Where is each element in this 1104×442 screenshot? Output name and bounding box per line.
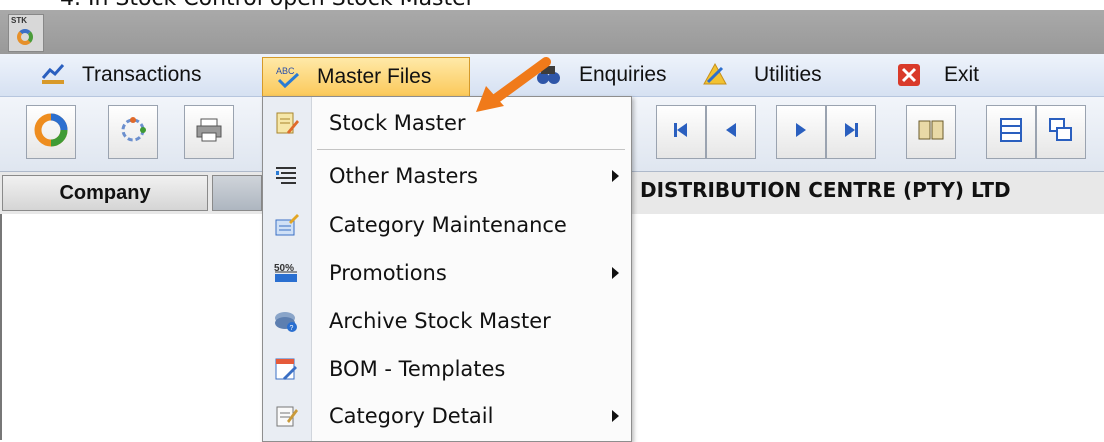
pointer-arrow-icon (476, 57, 551, 112)
print-icon (194, 115, 224, 150)
category-maintenance-icon (273, 212, 299, 238)
menu-item-category-detail-label: Category Detail (329, 404, 494, 428)
cascade-button[interactable] (1036, 105, 1086, 159)
menu-item-bom-templates[interactable]: BOM - Templates (263, 346, 631, 392)
archive-icon: ? (273, 308, 299, 334)
app-logo-icon (33, 112, 69, 153)
previous-record-button[interactable] (706, 105, 756, 159)
instruction-caption: 4. In Stock Control open Stock Master (0, 0, 1104, 10)
menu-utilities[interactable]: Utilities (702, 58, 822, 92)
menu-enquiries-label: Enquiries (579, 63, 667, 86)
next-record-icon (791, 120, 811, 145)
master-files-dropdown: Stock Master Other Masters Category Main… (262, 96, 632, 442)
company-label: Company (2, 175, 208, 211)
app-logo-text: STK (11, 16, 27, 25)
svg-text:ABC: ABC (276, 66, 295, 76)
menu-item-other-masters-label: Other Masters (329, 164, 478, 188)
menu-item-archive-stock-master[interactable]: ? Archive Stock Master (263, 298, 631, 344)
refresh-button[interactable] (108, 105, 158, 159)
list-view-button[interactable] (986, 105, 1036, 159)
abc-check-icon: ABC (275, 64, 301, 90)
submenu-arrow-icon (612, 170, 619, 182)
menu-item-stock-master-label: Stock Master (329, 111, 466, 135)
menu-exit-label: Exit (944, 63, 980, 86)
promotions-icon: 50% (273, 260, 299, 286)
list-view-icon (999, 117, 1023, 148)
transactions-icon (40, 62, 66, 88)
next-record-button[interactable] (776, 105, 826, 159)
stock-master-icon (273, 110, 299, 136)
bom-templates-icon (273, 356, 299, 382)
exit-icon (896, 62, 922, 88)
menu-enquiries[interactable]: Enquiries (535, 58, 667, 92)
menu-item-bom-templates-label: BOM - Templates (329, 357, 506, 381)
book-icon (917, 117, 945, 148)
menu-transactions-label: Transactions (82, 63, 202, 86)
print-button[interactable] (184, 105, 234, 159)
menu-item-promotions[interactable]: 50% Promotions (263, 250, 631, 296)
menu-master-files[interactable]: ABC Master Files (262, 57, 471, 96)
other-masters-icon (273, 163, 299, 189)
menu-item-stock-master[interactable]: Stock Master (263, 100, 631, 146)
submenu-arrow-icon (612, 267, 619, 279)
book-button[interactable] (906, 105, 956, 159)
menu-utilities-label: Utilities (754, 63, 822, 86)
caption-text: 4. In Stock Control open Stock Master (60, 0, 475, 10)
title-bar: STK (0, 10, 1104, 54)
last-record-icon (841, 120, 861, 145)
menu-item-category-maintenance-label: Category Maintenance (329, 213, 567, 237)
dropdown-separator (317, 149, 625, 150)
menu-item-archive-stock-master-label: Archive Stock Master (329, 309, 551, 333)
submenu-arrow-icon (612, 410, 619, 422)
menu-transactions[interactable]: Transactions (40, 58, 201, 92)
first-record-button[interactable] (656, 105, 706, 159)
previous-record-icon (721, 120, 741, 145)
refresh-icon (118, 115, 148, 150)
menu-item-category-detail[interactable]: Category Detail (263, 393, 631, 439)
app-logo-button[interactable] (26, 105, 76, 159)
menu-exit[interactable]: Exit (896, 58, 979, 92)
menu-item-category-maintenance[interactable]: Category Maintenance (263, 202, 631, 248)
utilities-icon (702, 62, 728, 88)
menu-item-promotions-label: Promotions (329, 261, 447, 285)
menu-master-files-label: Master Files (317, 65, 432, 88)
last-record-button[interactable] (826, 105, 876, 159)
category-detail-icon (273, 403, 299, 429)
company-name: DISTRIBUTION CENTRE (PTY) LTD (640, 178, 1011, 202)
cascade-icon (1048, 117, 1074, 148)
company-code-cell (212, 175, 262, 211)
menu-item-other-masters[interactable]: Other Masters (263, 153, 631, 199)
svg-text:?: ? (290, 325, 294, 332)
first-record-icon (671, 120, 691, 145)
app-logo-icon[interactable]: STK (8, 14, 44, 52)
